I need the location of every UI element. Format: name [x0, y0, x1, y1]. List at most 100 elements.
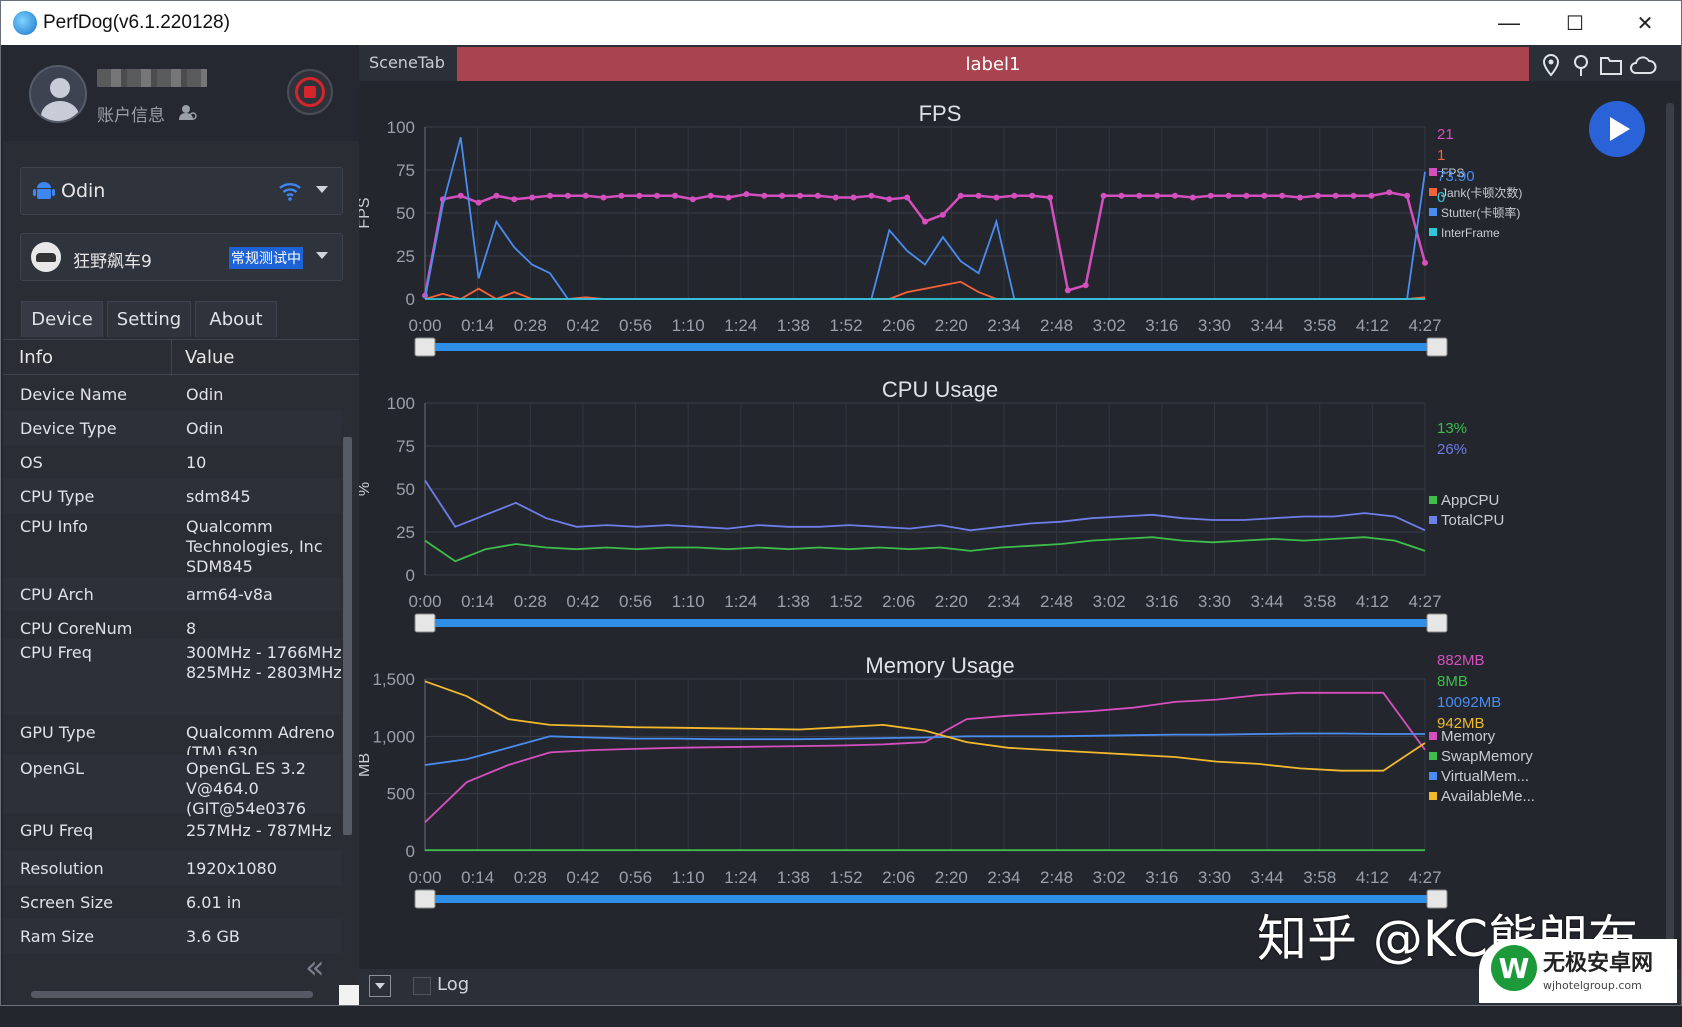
log-expand-button[interactable]: [369, 975, 391, 997]
scene-bar: SceneTab label1: [359, 45, 1681, 81]
x-tick-label: 3:02: [1093, 592, 1126, 611]
x-tick-label: 2:20: [935, 868, 968, 887]
x-tick-label: 0:00: [408, 868, 441, 887]
y-axis-label: %: [359, 482, 373, 496]
fps-point: [1261, 192, 1268, 199]
y-tick-label: 1,500: [372, 670, 415, 689]
scene-label[interactable]: label1: [457, 47, 1529, 81]
info-row: OpenGL OpenGL ES 3.2 V@464.0 (GIT@54e0376: [3, 755, 343, 818]
info-scrollbar[interactable]: [341, 423, 354, 997]
scene-tab[interactable]: SceneTab: [369, 53, 445, 72]
info-value: arm64-v8a: [186, 585, 273, 604]
x-tick-label: 3:44: [1251, 592, 1284, 611]
fps-point: [1154, 192, 1161, 199]
fps-point: [636, 192, 643, 199]
user-settings-icon[interactable]: [179, 103, 197, 121]
info-row: Device Name Odin: [3, 377, 343, 411]
legend-swatch: [1429, 792, 1437, 800]
folder-icon[interactable]: [1599, 53, 1623, 77]
stop-record-icon: [295, 77, 325, 107]
fps-point: [1189, 194, 1196, 201]
x-tick-label: 2:48: [1040, 592, 1073, 611]
legend-swatch: [1429, 228, 1437, 236]
log-checkbox[interactable]: [413, 977, 431, 995]
x-tick-label: 1:38: [777, 592, 810, 611]
fps-point: [493, 192, 500, 199]
fps-point: [814, 192, 821, 199]
fps-point: [1225, 192, 1232, 199]
charts-area: FPSFPS02550751000:00 0:14 0:28 0:42 0:56 1:10…: [359, 101, 1535, 909]
x-tick-label: 3:16: [1145, 592, 1178, 611]
info-key: CPU Info: [20, 517, 88, 536]
fps-point: [1422, 259, 1428, 266]
x-tick-label: 4:27: [1408, 592, 1441, 611]
minimize-button[interactable]: —: [1479, 1, 1539, 45]
x-tick-label: 3:44: [1251, 868, 1284, 887]
x-tick-label: 3:44: [1251, 316, 1284, 335]
fps-point: [582, 192, 589, 199]
slider-handle-left: [414, 337, 436, 357]
info-key: GPU Type: [20, 723, 96, 742]
info-key: Ram Size: [20, 927, 95, 946]
y-tick-label: 50: [396, 480, 415, 499]
app-select[interactable]: 狂野飙车9 常规测试中: [20, 233, 343, 281]
x-tick-label: 3:58: [1303, 592, 1336, 611]
legend-label: VirtualMem...: [1441, 768, 1529, 785]
y-tick-label: 1,000: [372, 727, 415, 746]
info-key: OS: [20, 453, 43, 472]
series-line: [423, 191, 1427, 296]
wifi-icon: [279, 183, 301, 201]
info-value: 300MHz - 1766MHz 825MHz - 2803MHz: [186, 643, 342, 682]
info-key: GPU Freq: [20, 821, 94, 840]
info-row: CPU CoreNum 8: [3, 611, 343, 639]
maximize-button[interactable]: ☐: [1545, 1, 1605, 45]
device-name: Odin: [61, 180, 106, 202]
map-marker-icon[interactable]: [1569, 53, 1593, 77]
legend-swatch: [1429, 496, 1437, 504]
stop-record-button[interactable]: [287, 69, 333, 115]
x-tick-label: 0:00: [408, 316, 441, 335]
tab-setting[interactable]: Setting: [107, 301, 191, 337]
chevron-down-icon: [316, 186, 328, 193]
info-key: OpenGL: [20, 759, 85, 778]
time-range-slider: [425, 343, 1435, 351]
legend-label: AvailableMe...: [1441, 788, 1535, 805]
chart-title: CPU Usage: [882, 377, 998, 402]
fps-point: [1404, 192, 1411, 199]
current-value-label: 13%: [1437, 420, 1467, 437]
location-pin-icon[interactable]: [1539, 53, 1563, 77]
avatar[interactable]: [29, 65, 87, 123]
info-key: Screen Size: [20, 893, 113, 912]
y-tick-label: 0: [406, 290, 415, 309]
tab-about[interactable]: About: [195, 301, 277, 337]
charts-scrollbar[interactable]: [1663, 91, 1677, 963]
fps-point: [618, 192, 625, 199]
info-key: Device Name: [20, 385, 128, 404]
close-button[interactable]: ✕: [1615, 1, 1675, 45]
legend-label: Stutter(卡顿率): [1441, 205, 1520, 220]
legend-label: TotalCPU: [1441, 512, 1504, 529]
x-tick-label: 4:12: [1356, 592, 1389, 611]
collapse-sidebar-icon[interactable]: «: [305, 951, 325, 983]
series-line: [424, 137, 1426, 300]
cloud-icon[interactable]: [1629, 53, 1657, 77]
legend-label: AppCPU: [1441, 492, 1499, 509]
tab-device[interactable]: Device: [21, 301, 103, 337]
play-icon: [1609, 117, 1630, 141]
fps-point: [1368, 192, 1375, 199]
site-logo-icon: W: [1491, 945, 1537, 991]
info-horizontal-scrollbar[interactable]: [9, 987, 329, 1001]
info-row: Screen Size 6.01 in: [3, 885, 343, 919]
play-button[interactable]: [1589, 101, 1645, 157]
device-select[interactable]: Odin: [20, 167, 343, 215]
fps-point: [939, 211, 946, 218]
fps-point: [725, 194, 732, 201]
x-tick-label: 4:12: [1356, 868, 1389, 887]
username-redacted: [97, 69, 207, 87]
account-info-link[interactable]: 账户信息: [97, 101, 165, 126]
x-tick-label: 4:27: [1408, 316, 1441, 335]
y-tick-label: 0: [406, 566, 415, 585]
y-tick-label: 25: [396, 247, 415, 266]
info-key: CPU Type: [20, 487, 95, 506]
fps-point: [1332, 192, 1339, 199]
